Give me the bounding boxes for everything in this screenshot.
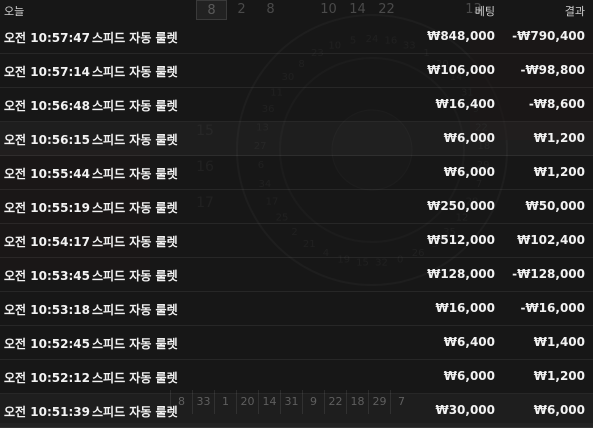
history-game-name: 스피드 자동 룰렛 (92, 201, 178, 215)
history-time: 오전 10:56:48 (4, 99, 90, 113)
history-game-name: 스피드 자동 룰렛 (92, 99, 178, 113)
recent-number: 8 (196, 0, 227, 20)
recent-number: 10 (320, 2, 337, 17)
history-game-name: 스피드 자동 룰렛 (92, 31, 178, 45)
history-row[interactable]: 오전 10:55:19 스피드 자동 룰렛 ₩250,000 ₩50,000 (0, 190, 593, 224)
recent-number: 8 (266, 2, 275, 17)
history-bet-amount: ₩16,000 (435, 301, 495, 315)
history-time: 오전 10:52:45 (4, 337, 90, 351)
history-game-name: 스피드 자동 룰렛 (92, 167, 178, 181)
history-game-name: 스피드 자동 룰렛 (92, 337, 178, 351)
history-header: 오늘 8 2 8 10 14 22 13 베팅 결과 (0, 0, 593, 20)
history-time: 오전 10:55:44 (4, 167, 90, 181)
recent-numbers-strip: 8 2 8 10 14 22 13 (196, 0, 488, 20)
history-result-amount: ₩1,400 (533, 335, 585, 349)
history-result-amount: ₩50,000 (525, 199, 585, 213)
history-result-amount: ₩1,200 (533, 165, 585, 179)
history-bet-amount: ₩106,000 (427, 63, 495, 77)
history-bet-amount: ₩6,000 (443, 131, 495, 145)
history-bet-amount: ₩848,000 (427, 29, 495, 43)
history-time: 오전 10:51:39 (4, 405, 90, 419)
history-result-amount: -₩8,600 (528, 97, 585, 111)
recent-number: 14 (349, 2, 366, 17)
history-result-amount: ₩1,200 (533, 131, 585, 145)
history-result-amount: ₩1,200 (533, 369, 585, 383)
history-game-name: 스피드 자동 룰렛 (92, 371, 178, 385)
history-game-name: 스피드 자동 룰렛 (92, 133, 178, 147)
recent-number: 2 (237, 2, 246, 17)
bet-history-list: 오전 10:57:47 스피드 자동 룰렛 ₩848,000 -₩790,400 오전 … (0, 20, 593, 428)
history-game-name: 스피드 자동 룰렛 (92, 65, 178, 79)
history-row[interactable]: 오전 10:55:44 스피드 자동 룰렛 ₩6,000 ₩1,200 (0, 156, 593, 190)
recent-number: 22 (378, 2, 395, 17)
history-time: 오전 10:52:12 (4, 371, 90, 385)
history-time: 오전 10:56:15 (4, 133, 90, 147)
recent-number (430, 0, 459, 20)
history-time: 오전 10:54:17 (4, 235, 90, 249)
history-result-amount: ₩102,400 (517, 233, 585, 247)
history-time: 오전 10:55:19 (4, 201, 90, 215)
history-row[interactable]: 오전 10:56:15 스피드 자동 룰렛 ₩6,000 ₩1,200 (0, 122, 593, 156)
history-game-name: 스피드 자동 룰렛 (92, 303, 178, 317)
history-result-amount: -₩128,000 (512, 267, 585, 281)
bet-column-header: 베팅 (474, 5, 495, 18)
history-game-name: 스피드 자동 룰렛 (92, 405, 178, 419)
history-result-amount: -₩16,000 (520, 301, 585, 315)
history-row[interactable]: 오전 10:54:17 스피드 자동 룰렛 ₩512,000 ₩102,400 (0, 224, 593, 258)
history-row[interactable]: 오전 10:57:14 스피드 자동 룰렛 ₩106,000 -₩98,800 (0, 54, 593, 88)
history-game-name: 스피드 자동 룰렛 (92, 235, 178, 249)
history-row[interactable]: 오전 10:52:45 스피드 자동 룰렛 ₩6,400 ₩1,400 (0, 326, 593, 360)
history-time: 오전 10:53:18 (4, 303, 90, 317)
recent-number (285, 0, 314, 20)
history-row[interactable]: 오전 10:57:47 스피드 자동 룰렛 ₩848,000 -₩790,400 (0, 20, 593, 54)
history-row[interactable]: 오전 10:53:45 스피드 자동 룰렛 ₩128,000 -₩128,000 (0, 258, 593, 292)
history-time: 오전 10:57:14 (4, 65, 90, 79)
history-row[interactable]: 오전 10:56:48 스피드 자동 룰렛 ₩16,400 -₩8,600 (0, 88, 593, 122)
history-bet-amount: ₩6,000 (443, 165, 495, 179)
history-result-amount: -₩790,400 (512, 29, 585, 43)
history-row[interactable]: 오전 10:53:18 스피드 자동 룰렛 ₩16,000 -₩16,000 (0, 292, 593, 326)
history-bet-amount: ₩128,000 (427, 267, 495, 281)
history-bet-amount: ₩16,400 (435, 97, 495, 111)
history-time: 오전 10:53:45 (4, 269, 90, 283)
result-column-header: 결과 (564, 5, 585, 18)
history-bet-amount: ₩30,000 (435, 403, 495, 417)
history-result-amount: -₩98,800 (520, 63, 585, 77)
history-bet-amount: ₩512,000 (427, 233, 495, 247)
history-row[interactable]: 오전 10:52:12 스피드 자동 룰렛 ₩6,000 ₩1,200 (0, 360, 593, 394)
history-bet-amount: ₩250,000 (427, 199, 495, 213)
recent-number (401, 0, 430, 20)
history-bet-amount: ₩6,400 (443, 335, 495, 349)
today-label: 오늘 (4, 5, 25, 18)
history-game-name: 스피드 자동 룰렛 (92, 269, 178, 283)
history-time: 오전 10:57:47 (4, 31, 90, 45)
history-bet-amount: ₩6,000 (443, 369, 495, 383)
history-result-amount: ₩6,000 (533, 403, 585, 417)
